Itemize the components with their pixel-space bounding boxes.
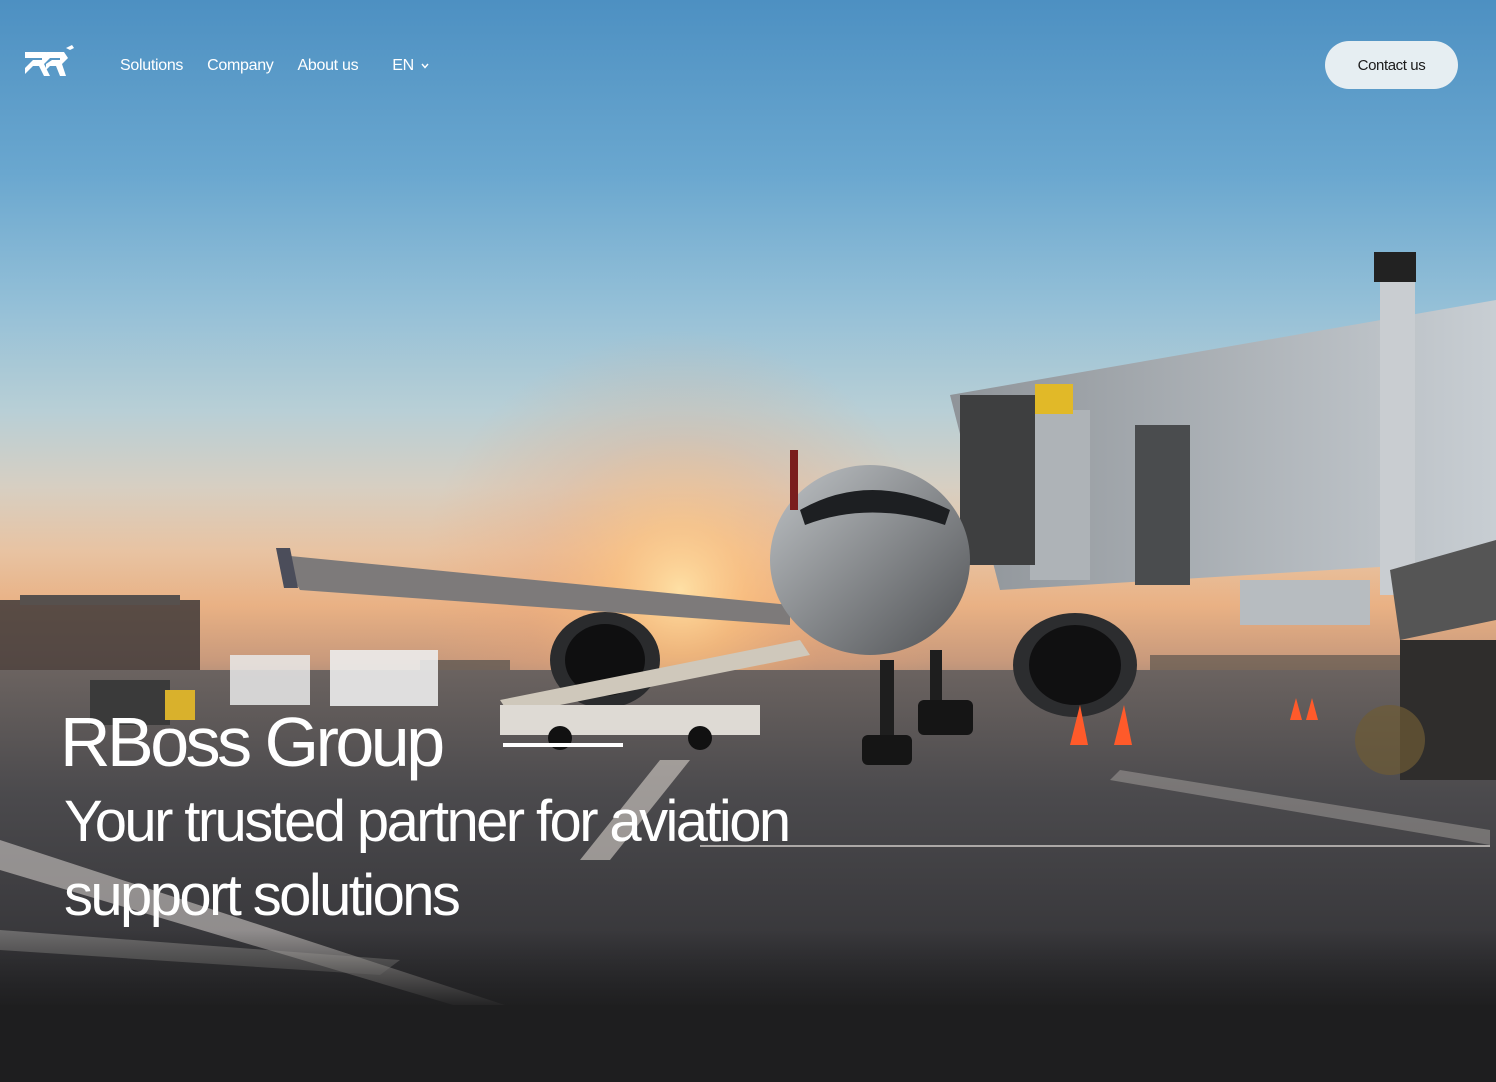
title-divider-line <box>503 743 623 747</box>
logo-icon[interactable] <box>22 44 78 82</box>
hero-bottom-fade <box>0 930 1496 1010</box>
language-label: EN <box>392 57 414 74</box>
nav-link-about-us[interactable]: About us <box>298 57 359 75</box>
nav-link-company[interactable]: Company <box>207 57 274 75</box>
main-navigation: Solutions Company About us EN <box>120 57 430 75</box>
nav-link-solutions[interactable]: Solutions <box>120 57 183 75</box>
language-selector[interactable]: EN <box>392 57 430 75</box>
hero-tagline: Your trusted partner for aviation suppor… <box>64 789 791 928</box>
contact-us-button[interactable]: Contact us <box>1325 41 1458 89</box>
hero-title: RBoss Group <box>60 703 445 781</box>
chevron-down-icon <box>421 63 429 69</box>
section-divider <box>0 1005 1496 1082</box>
